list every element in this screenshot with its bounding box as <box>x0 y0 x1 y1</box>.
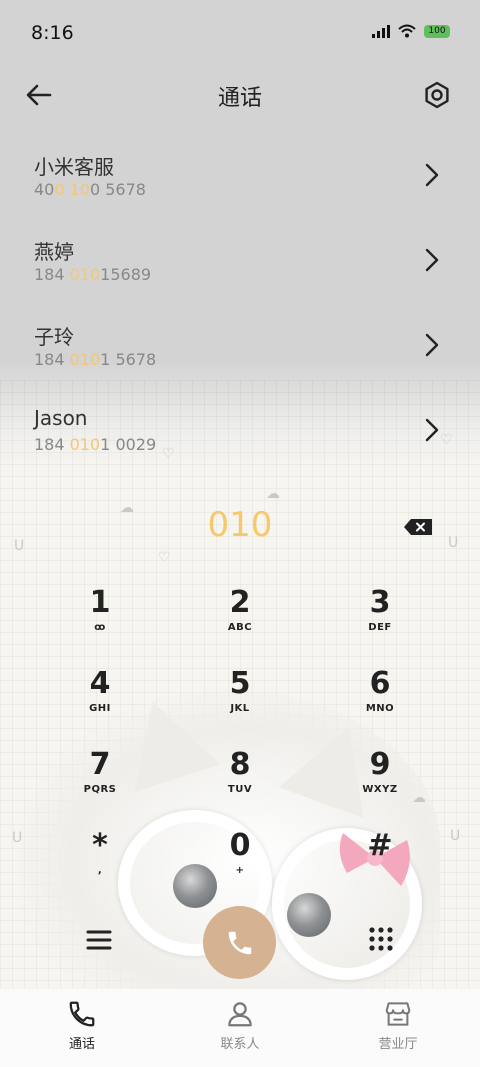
contact-name: 燕婷 <box>34 240 74 264</box>
key-0[interactable]: 0 + <box>180 821 300 901</box>
key-9[interactable]: 9 WXYZ <box>320 740 440 820</box>
chevron-right-icon[interactable] <box>424 162 440 188</box>
signal-icon <box>372 24 390 38</box>
contact-number: 184 0101 0029 <box>34 435 157 454</box>
wifi-icon <box>398 24 416 38</box>
key-3[interactable]: 3 DEF <box>320 578 440 658</box>
contact-name: 子玲 <box>34 325 74 349</box>
tab-label: 营业厅 <box>378 1037 418 1052</box>
chevron-right-icon[interactable] <box>424 417 440 443</box>
tab-service-hall[interactable]: 营业厅 <box>338 999 458 1052</box>
backspace-icon[interactable] <box>403 518 433 536</box>
tab-label: 联系人 <box>220 1037 260 1052</box>
phone-handset-icon <box>228 931 252 955</box>
key-star[interactable]: *, <box>40 821 160 901</box>
battery-icon: 100 <box>424 24 450 38</box>
voicemail-icon: ꝏ <box>94 622 106 633</box>
menu-icon[interactable] <box>86 928 112 952</box>
contact-name: 小米客服 <box>34 155 114 179</box>
tab-label: 通话 <box>68 1037 95 1052</box>
settings-gear-icon[interactable] <box>422 80 452 110</box>
tab-calls[interactable]: 通话 <box>22 999 142 1052</box>
bottom-tab-bar: 通话 联系人 营业厅 <box>0 989 480 1067</box>
contact-result-row[interactable]: 小米客服 400 100 5678 <box>0 136 480 221</box>
contact-name: Jason <box>34 406 88 430</box>
phone-icon <box>69 1001 95 1027</box>
status-bar: 8:16 100 <box>0 0 480 64</box>
contact-number: 184 01015689 <box>34 265 152 284</box>
call-button[interactable] <box>203 906 276 979</box>
tab-contacts[interactable]: 联系人 <box>180 999 300 1052</box>
app-header: 通话 <box>0 70 480 120</box>
page-title: 通话 <box>217 86 262 111</box>
key-4[interactable]: 4 GHI <box>40 659 160 739</box>
store-icon <box>385 1002 411 1026</box>
chevron-right-icon[interactable] <box>424 332 440 358</box>
contact-number: 400 100 5678 <box>34 180 146 199</box>
status-time: 8:16 <box>31 22 74 44</box>
key-5[interactable]: 5 JKL <box>180 659 300 739</box>
contact-results-list: 小米客服 400 100 5678 燕婷 184 01015689 子玲 184… <box>0 136 480 476</box>
key-8[interactable]: 8 TUV <box>180 740 300 820</box>
heart-doodle-icon: ♡ <box>158 550 171 566</box>
person-icon <box>228 1002 252 1027</box>
key-1[interactable]: 1ꝏ <box>40 578 160 658</box>
key-7[interactable]: 7 PQRS <box>40 740 160 820</box>
dialpad-toggle-icon[interactable] <box>368 926 394 952</box>
key-6[interactable]: 6 MNO <box>320 659 440 739</box>
contact-result-row[interactable]: 子玲 184 0101 5678 <box>0 306 480 391</box>
chevron-right-icon[interactable] <box>424 247 440 273</box>
contact-number: 184 0101 5678 <box>34 350 157 369</box>
cloud-doodle-icon: ☁ <box>266 486 280 502</box>
key-hash[interactable]: # <box>320 821 440 901</box>
key-2[interactable]: 2 ABC <box>180 578 300 658</box>
contact-result-row[interactable]: 燕婷 184 01015689 <box>0 221 480 306</box>
status-icons: 100 <box>372 24 450 38</box>
contact-result-row[interactable]: Jason 184 0101 0029 <box>0 391 480 476</box>
